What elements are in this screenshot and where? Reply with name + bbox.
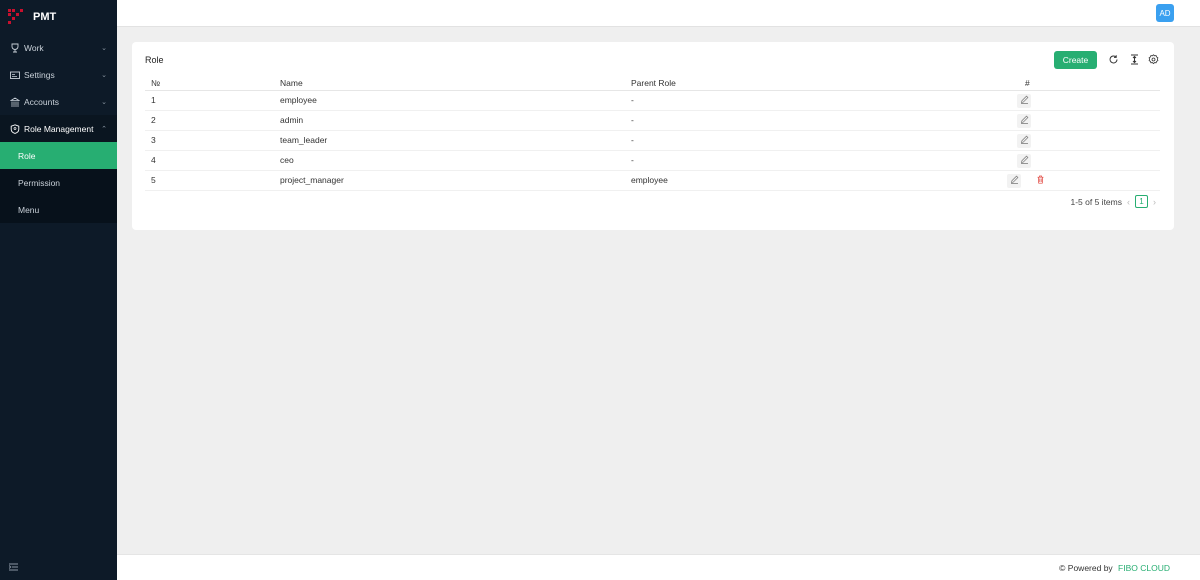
powered-by-prefix: © Powered by — [1059, 563, 1113, 573]
sidebar-item-label: Work — [24, 42, 44, 53]
topbar: AD — [117, 0, 1200, 27]
role-table: № Name Parent Role # 1 employee -2 admin -3 t… — [145, 77, 1160, 191]
cell-number: 4 — [145, 150, 280, 171]
trophy-icon — [9, 42, 20, 53]
table-row: 5 project_manager employee — [145, 170, 1160, 191]
chevron-down-icon: ⌄ — [101, 71, 107, 79]
edit-button[interactable] — [1017, 153, 1031, 168]
role-management-submenu: Role Permission Menu — [0, 142, 117, 223]
chevron-down-icon: ⌄ — [101, 98, 107, 106]
cell-number: 3 — [145, 130, 280, 151]
cell-number: 2 — [145, 110, 280, 131]
chevron-up-icon: ⌃ — [101, 125, 107, 133]
cell-name: project_manager — [280, 170, 631, 191]
pencil-icon — [1020, 155, 1029, 166]
column-height-icon[interactable] — [1129, 54, 1140, 65]
cell-name: team_leader — [280, 130, 631, 151]
app-name: PMT — [33, 11, 57, 23]
sidebar: PMT Work ⌄ Settings ⌄ Accounts ⌄ Role Ma… — [0, 0, 117, 580]
cell-actions — [1007, 170, 1160, 191]
trash-icon — [1036, 175, 1045, 186]
cell-name: admin — [280, 110, 631, 131]
pencil-icon — [1010, 175, 1019, 186]
powered-by: © Powered by FIBO CLOUD — [1059, 563, 1170, 573]
powered-by-brand-link[interactable]: FIBO CLOUD — [1118, 563, 1170, 573]
cell-name: ceo — [280, 150, 631, 171]
cell-parent-role: - — [631, 130, 1007, 151]
sidebar-item-work[interactable]: Work ⌄ — [0, 34, 117, 61]
column-header-number[interactable]: № — [145, 77, 280, 91]
pagination-summary: 1-5 of 5 items — [1070, 196, 1123, 207]
pmt-logo-icon — [8, 9, 24, 25]
menu-collapse-icon[interactable] — [9, 563, 18, 571]
create-button[interactable]: Create — [1054, 51, 1097, 69]
sidebar-item-permission[interactable]: Permission — [0, 169, 117, 196]
page-button-current[interactable]: 1 — [1135, 195, 1148, 208]
pencil-icon — [1020, 135, 1029, 146]
edit-button[interactable] — [1007, 173, 1021, 188]
cell-parent-role: employee — [631, 170, 1007, 191]
footer: © Powered by FIBO CLOUD — [117, 554, 1200, 580]
cell-parent-role: - — [631, 90, 1007, 111]
sidebar-item-settings[interactable]: Settings ⌄ — [0, 61, 117, 88]
cell-actions — [1007, 90, 1160, 111]
reload-icon[interactable] — [1108, 54, 1119, 65]
edit-button[interactable] — [1017, 113, 1031, 128]
page-title: Role — [145, 55, 164, 65]
sidebar-item-label: Settings — [24, 69, 55, 80]
sidebar-item-role-management[interactable]: Role Management ⌃ — [0, 115, 117, 142]
edit-button[interactable] — [1017, 133, 1031, 148]
sidebar-item-role[interactable]: Role — [0, 142, 117, 169]
table-row: 1 employee - — [145, 90, 1160, 111]
table-row: 2 admin - — [145, 110, 1160, 131]
cell-name: employee — [280, 90, 631, 111]
brand[interactable]: PMT — [0, 0, 117, 34]
table-row: 3 team_leader - — [145, 130, 1160, 151]
cell-actions — [1007, 110, 1160, 131]
chevron-down-icon: ⌄ — [101, 44, 107, 52]
column-header-name[interactable]: Name — [280, 77, 631, 91]
cell-number: 5 — [145, 170, 280, 191]
delete-button[interactable] — [1033, 174, 1047, 188]
cell-actions — [1007, 130, 1160, 151]
pencil-icon — [1020, 95, 1029, 106]
settings-card-icon — [9, 69, 20, 80]
cell-parent-role: - — [631, 110, 1007, 131]
gear-icon[interactable] — [1148, 54, 1159, 65]
sidebar-item-label: Role Management — [24, 123, 94, 134]
chevron-right-icon[interactable]: › — [1153, 197, 1156, 207]
cell-parent-role: - — [631, 150, 1007, 171]
sidebar-item-menu[interactable]: Menu — [0, 196, 117, 223]
pagination: 1-5 of 5 items ‹ 1 › — [1071, 195, 1162, 208]
sidebar-item-accounts[interactable]: Accounts ⌄ — [0, 88, 117, 115]
avatar[interactable]: AD — [1156, 4, 1174, 22]
edit-button[interactable] — [1017, 93, 1031, 108]
pencil-icon — [1020, 115, 1029, 126]
cell-actions — [1007, 150, 1160, 171]
shield-icon — [9, 123, 20, 134]
cell-number: 1 — [145, 90, 280, 111]
bank-icon — [9, 96, 20, 107]
table-row: 4 ceo - — [145, 150, 1160, 171]
column-header-parent-role[interactable]: Parent Role — [631, 77, 1007, 91]
table-header-row: № Name Parent Role # — [145, 77, 1160, 91]
column-header-actions: # — [1007, 77, 1160, 91]
chevron-left-icon[interactable]: ‹ — [1127, 197, 1130, 207]
sidebar-item-label: Accounts — [24, 96, 59, 107]
role-card: Role Create № Name Parent Role # 1 employ… — [132, 42, 1174, 230]
